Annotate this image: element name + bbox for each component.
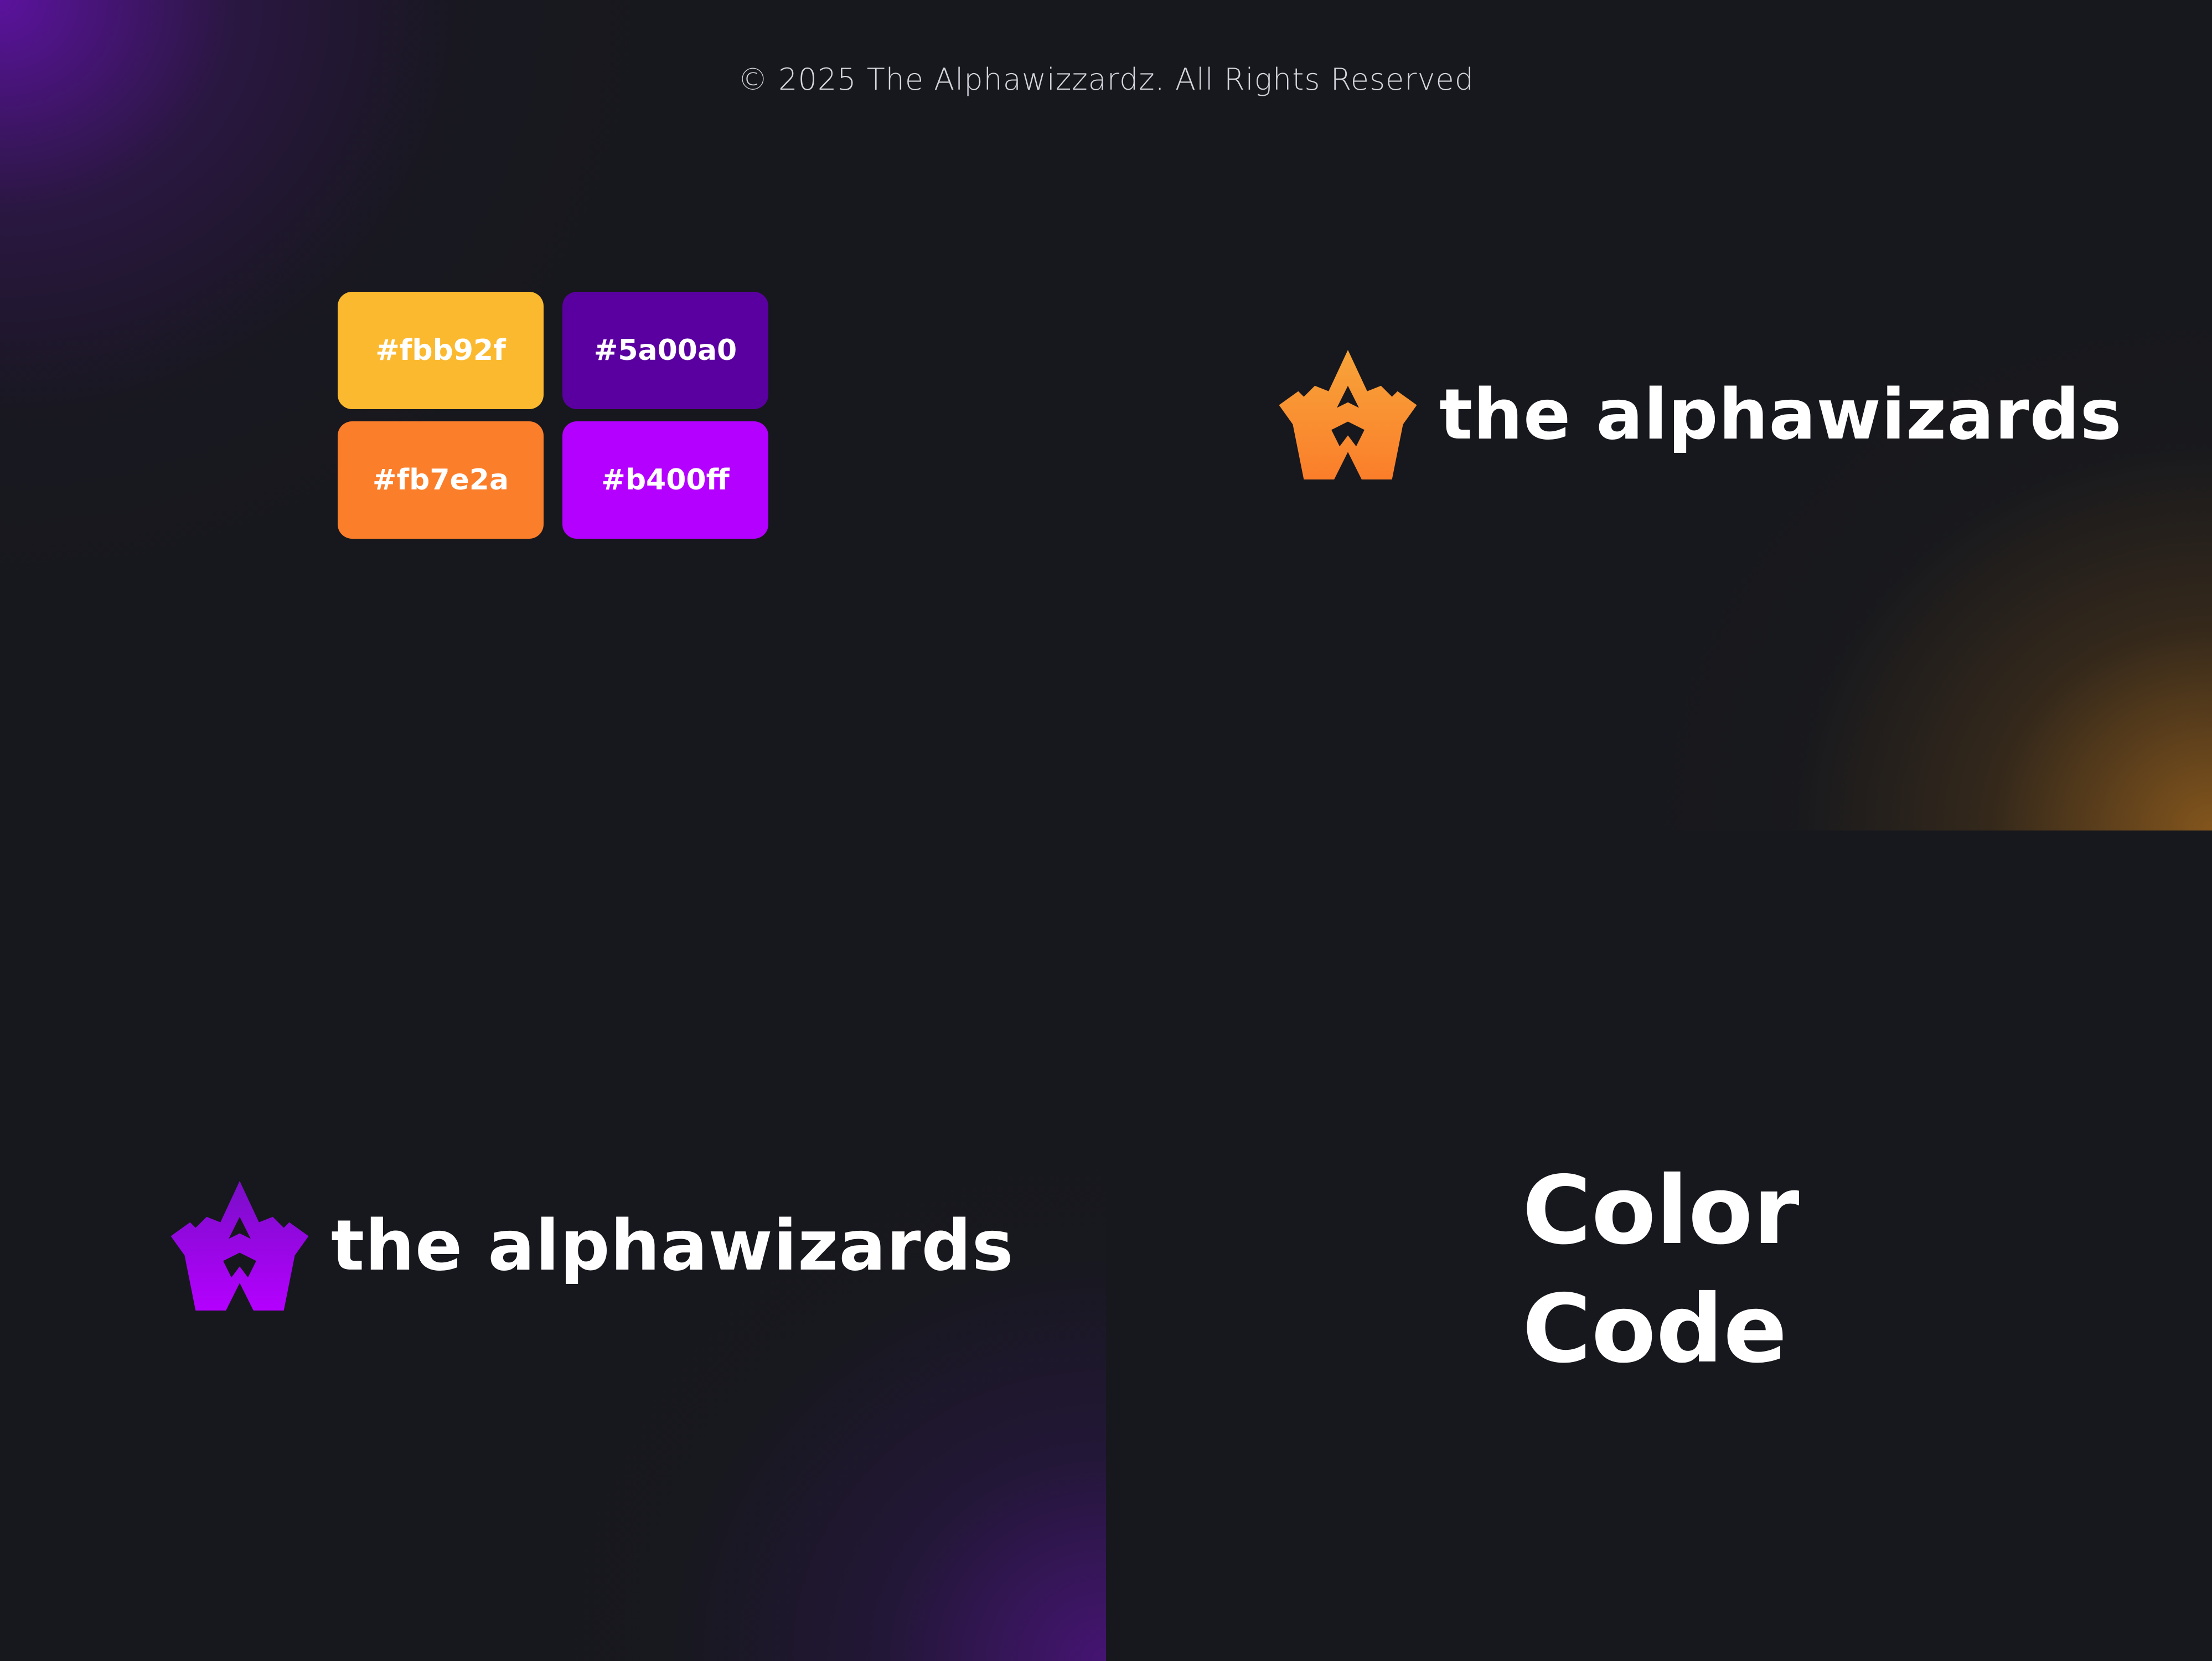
palette-panel (0, 0, 1106, 830)
alpha-crown-icon (170, 1181, 309, 1311)
copyright-notice: © 2025 The Alphawizzardz. All Rights Res… (737, 62, 1475, 97)
swatch-deep-purple: #5a00a0 (562, 292, 768, 409)
brand-board: © 2025 The Alphawizzardz. All Rights Res… (0, 0, 2212, 1661)
swatch-orange: #fb7e2a (338, 421, 544, 539)
swatch-violet: #b400ff (562, 421, 768, 539)
logo-purple: the alphawizards (170, 1181, 1014, 1311)
swatch-yellow: #fbb92f (338, 292, 544, 409)
title-line-1: Color (1522, 1156, 1800, 1266)
wordmark-text: the alphawizards (1439, 374, 2122, 455)
page-title: Color Code (1522, 1152, 1799, 1389)
alpha-crown-icon (1279, 350, 1417, 479)
logo-orange: the alphawizards (1279, 350, 2122, 479)
wordmark-text: the alphawizards (331, 1205, 1014, 1286)
title-line-2: Code (1522, 1275, 1787, 1384)
